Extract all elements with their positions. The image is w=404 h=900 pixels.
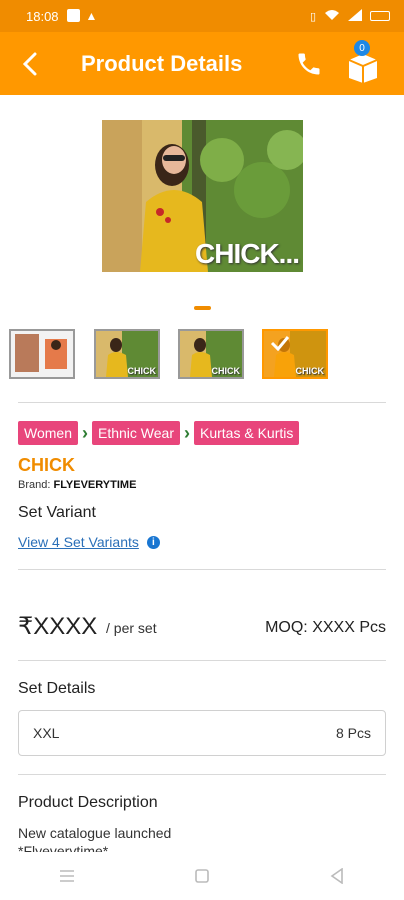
set-details-label: Set Details (18, 680, 96, 697)
back-nav-button[interactable] (317, 856, 357, 896)
checkmark-icon (270, 336, 290, 351)
cart-button[interactable]: 0 (343, 40, 383, 84)
brand-name: FLYEVERYTIME (53, 479, 137, 491)
product-price: ₹XXXX (18, 613, 98, 640)
back-button[interactable] (0, 32, 60, 95)
signal-icon (348, 8, 362, 24)
thumbnail-watermark: CHICK (295, 366, 325, 376)
price-unit: / per set (106, 620, 157, 636)
call-button[interactable] (292, 47, 326, 81)
description-text: New catalogue launched *Flyeverytime* (18, 825, 172, 854)
status-bar: 18:08 ▲ ▯ (0, 0, 404, 32)
brand-label: Brand: (18, 479, 51, 491)
product-name: CHICK (18, 455, 75, 475)
description-label: Product Description (18, 794, 158, 811)
breadcrumb: Women › Ethnic Wear › Kurtas & Kurtis (18, 421, 300, 445)
image-watermark: CHICK... (195, 238, 300, 269)
divider (18, 774, 386, 775)
thumbnail-watermark: CHICK (127, 366, 157, 376)
thumbnail-3[interactable]: CHICK (178, 329, 244, 379)
notification-icon (66, 9, 80, 22)
divider (18, 402, 386, 403)
set-size: XXL (33, 725, 60, 741)
divider (18, 660, 386, 661)
square-icon (195, 869, 209, 883)
divider (18, 569, 386, 570)
brand-row: Brand: FLYEVERYTIME (18, 479, 136, 491)
phone-icon (298, 53, 320, 75)
recent-apps-button[interactable] (47, 856, 87, 896)
category-chip-ethnic-wear[interactable]: Ethnic Wear (91, 421, 180, 445)
warning-icon: ▲ (85, 9, 98, 23)
back-arrow-icon (22, 52, 37, 75)
thumbnail-watermark: CHICK (211, 366, 241, 376)
set-quantity: 8 Pcs (335, 725, 371, 741)
thumbnail-1[interactable] (9, 329, 75, 379)
home-button[interactable] (182, 856, 222, 896)
thumbnail-photo (11, 331, 73, 377)
triangle-back-icon (330, 868, 343, 884)
battery-icon (370, 11, 390, 21)
category-chip-women[interactable]: Women (18, 421, 78, 445)
carousel-indicator (194, 306, 211, 310)
category-chip-kurtas-kurtis[interactable]: Kurtas & Kurtis (193, 421, 300, 445)
view-variants-link[interactable]: View 4 Set Variants i (18, 534, 160, 550)
info-icon[interactable]: i (146, 535, 160, 549)
chevron-right-icon: › (81, 422, 88, 443)
set-variant-label: Set Variant (18, 504, 96, 521)
main-product-image[interactable]: CHICK... (102, 120, 303, 272)
status-time: 18:08 (26, 8, 59, 24)
chevron-right-icon: › (183, 422, 190, 443)
wifi-icon (324, 9, 340, 24)
thumbnail-4-selected[interactable]: CHICK (262, 329, 328, 379)
vibrate-icon: ▯ (309, 10, 316, 23)
page-title: Product Details (81, 50, 243, 76)
thumbnail-2[interactable]: CHICK (94, 329, 160, 379)
menu-icon (60, 870, 75, 882)
view-variants-text[interactable]: View 4 Set Variants (18, 534, 139, 550)
set-details-row: XXL 8 Pcs (18, 710, 386, 756)
moq-value: MOQ: XXXX Pcs (265, 619, 386, 636)
system-nav-bar (0, 852, 404, 900)
cart-count-badge: 0 (354, 40, 370, 56)
app-header: Product Details 0 (0, 32, 404, 95)
